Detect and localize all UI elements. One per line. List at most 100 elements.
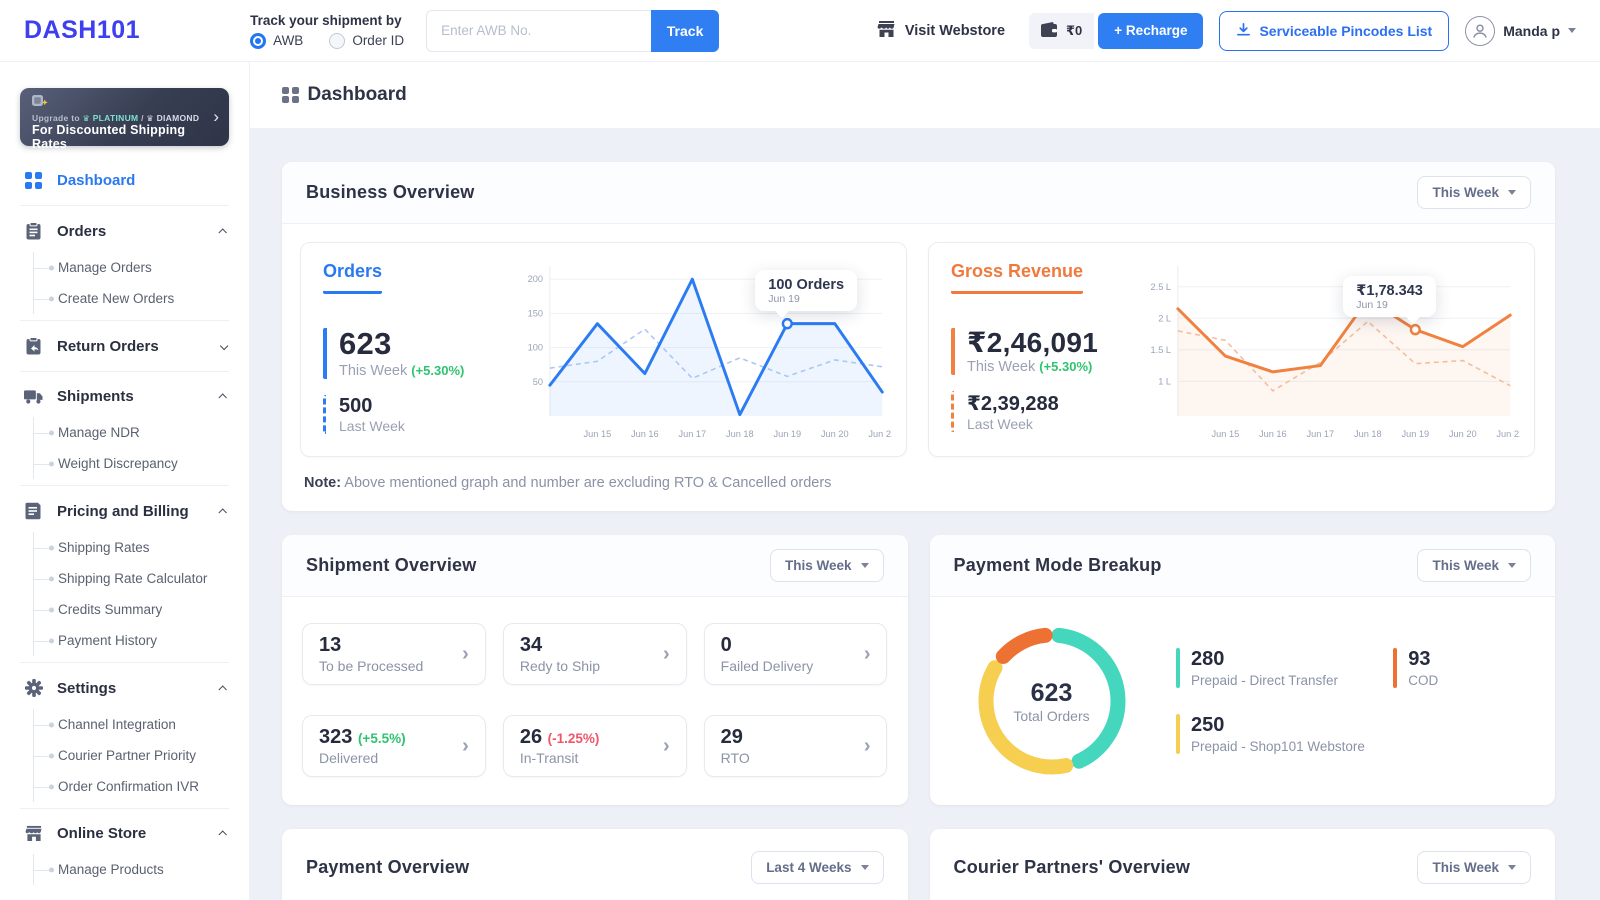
svg-text:Jun 17: Jun 17 [678,429,706,439]
sidebar-subitem-courier-partner-priority[interactable]: Courier Partner Priority [34,740,249,771]
revenue-last-week-value: ₹2,39,288 [967,391,1139,416]
chevron-down-icon [220,342,229,351]
tile-to-be-processed[interactable]: 13To be Processed› [302,623,486,685]
serviceable-pincodes-button[interactable]: Serviceable Pincodes List [1219,11,1449,51]
chevron-up-icon [218,685,227,694]
chevron-up-icon [218,831,227,840]
radio-awb[interactable]: AWB [250,33,303,49]
radio-awb-control[interactable] [250,33,266,49]
payment-breakup-card: Payment Mode Breakup This Week 623 Total… [930,535,1556,805]
radio-order-id-control[interactable] [329,33,345,49]
shipment-overview-title: Shipment Overview [306,555,476,576]
track-button[interactable]: Track [651,10,719,52]
wallet-balance-chip[interactable]: ₹0 [1029,13,1094,49]
sidebar-item-settings[interactable]: Settings [0,667,249,709]
legend-label: Prepaid - Shop101 Webstore [1191,739,1365,754]
svg-text:Jun 21: Jun 21 [868,429,892,439]
radio-order-id[interactable]: Order ID [329,33,404,49]
upgrade-banner-line1: Upgrade to ♛ PLATINUM / ♛ DIAMOND [32,113,219,123]
tile-redy-to-ship[interactable]: 34Redy to Ship› [503,623,687,685]
chevron-up-icon [218,394,227,403]
sidebar-subitem-channel-integration[interactable]: Channel Integration [34,709,249,740]
chevron-right-icon: › [663,736,670,756]
svg-text:Jun 21: Jun 21 [1496,429,1520,439]
tile-failed-delivery[interactable]: 0Failed Delivery› [704,623,888,685]
sidebar-item-return-orders[interactable]: Return Orders [0,325,249,367]
wallet-icon [1041,22,1059,40]
payment-overview-period-dropdown[interactable]: Last 4 Weeks [751,851,883,884]
visit-webstore-link[interactable]: Visit Webstore [877,20,1005,42]
truck-icon [24,389,43,405]
dash101-app: DASH101 Track your shipment by AWB Order… [0,0,1600,900]
revenue-change-badge: (+5.30%) [1039,359,1092,374]
tile-value: 26 [520,726,542,748]
svg-text:200: 200 [528,274,543,284]
gear-icon [24,679,43,697]
svg-text:Jun 15: Jun 15 [584,429,612,439]
payment-breakup-title: Payment Mode Breakup [954,555,1162,576]
business-overview-note: Note: Above mentioned graph and number a… [282,471,1555,511]
svg-text:Jun 16: Jun 16 [1259,429,1287,439]
sidebar-subitem-credits-summary[interactable]: Credits Summary [34,594,249,625]
sidebar-subitem-manage-ndr[interactable]: Manage NDR [34,417,249,448]
tile-rto[interactable]: 29RTO› [704,715,888,777]
sidebar-subitem-manage-orders[interactable]: Manage Orders [34,252,249,283]
sidebar-item-orders[interactable]: Orders [0,210,249,252]
legend-label: Prepaid - Direct Transfer [1191,673,1338,688]
legend-item-prepaid-direct-transfer: 280Prepaid - Direct Transfer [1176,648,1383,688]
sidebar-subitem-shipping-rate-calculator[interactable]: Shipping Rate Calculator [34,563,249,594]
tile-label: In-Transit [520,750,600,766]
sidebar-item-label: Return Orders [57,338,159,355]
revenue-line-chart: 1 L1.5 L2 L2.5 LJun 15Jun 16Jun 17Jun 18… [1139,261,1520,446]
return-clipboard-icon [24,337,43,355]
business-overview-period-dropdown[interactable]: This Week [1417,176,1531,209]
crown-icon: ♛ [83,114,90,123]
tile-change-badge: (-1.25%) [548,731,600,746]
sidebar-subitem-order-confirmation-ivr[interactable]: Order Confirmation IVR [34,771,249,802]
sidebar-nav: Dashboard OrdersManage OrdersCreate New O… [0,160,249,885]
awb-input[interactable] [426,10,651,52]
user-menu[interactable]: Manda p [1465,16,1576,46]
sidebar-subitem-shipping-rates[interactable]: Shipping Rates [34,532,249,563]
storefront-icon [877,20,896,42]
tile-label: To be Processed [319,658,423,674]
svg-text:Jun 19: Jun 19 [773,429,801,439]
divider [20,808,229,809]
sidebar-item-label: Settings [57,680,116,697]
donut-center: 623 Total Orders [964,613,1140,789]
revenue-last-week-label: Last Week [967,416,1139,432]
recharge-button[interactable]: + Recharge [1098,13,1203,49]
orders-last-week-label: Last Week [339,418,511,434]
tile-delivered[interactable]: 323 (+5.5%)Delivered› [302,715,486,777]
sidebar-item-online-store[interactable]: Online Store [0,813,249,854]
total-orders-label: Total Orders [1013,708,1089,724]
tile-change-badge: (+5.5%) [358,731,406,746]
sidebar-item-dashboard[interactable]: Dashboard [0,160,249,201]
shipment-overview-period-dropdown[interactable]: This Week [770,549,884,582]
download-icon [1236,22,1251,40]
sidebar-subitem-create-new-orders[interactable]: Create New Orders [34,283,249,314]
svg-text:Jun 16: Jun 16 [631,429,659,439]
clipboard-icon [24,222,43,240]
legend-color-bar [1176,714,1181,754]
chevron-right-icon: › [213,107,219,127]
upgrade-banner[interactable]: Upgrade to ♛ PLATINUM / ♛ DIAMOND For Di… [20,88,229,146]
sidebar-subitem-payment-history[interactable]: Payment History [34,625,249,656]
divider [20,205,229,206]
sidebar-subitem-weight-discrepancy[interactable]: Weight Discrepancy [34,448,249,479]
invoice-icon [24,502,43,520]
sidebar-subitem-manage-products[interactable]: Manage Products [34,854,249,885]
svg-text:1 L: 1 L [1158,376,1171,386]
courier-overview-period-dropdown[interactable]: This Week [1417,851,1531,884]
sidebar-item-pricing-and-billing[interactable]: Pricing and Billing [0,490,249,532]
brand-logo[interactable]: DASH101 [24,16,140,45]
tile-label: RTO [721,750,750,766]
orders-trend-title: Orders [323,261,382,294]
divider [20,662,229,663]
chevron-down-icon [1508,563,1516,568]
tile-in-transit[interactable]: 26 (-1.25%) In-Transit › [503,715,687,777]
sidebar-item-shipments[interactable]: Shipments [0,376,249,417]
payment-breakup-period-dropdown[interactable]: This Week [1417,549,1531,582]
page-title-bar: Dashboard [250,62,1600,128]
serviceable-pincodes-label: Serviceable Pincodes List [1259,23,1432,39]
